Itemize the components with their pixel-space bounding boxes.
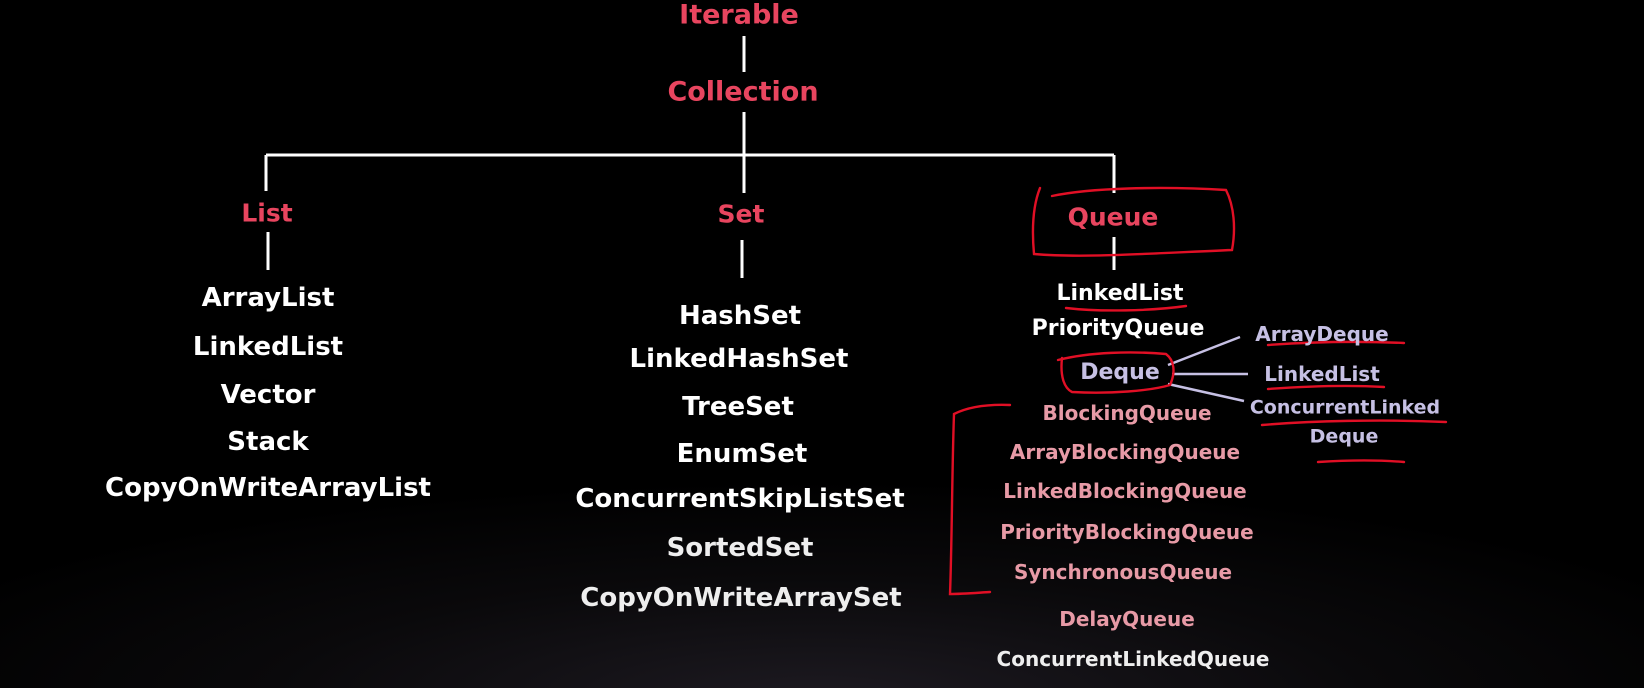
set-item: LinkedHashSet [629, 344, 849, 374]
list-item: Vector [220, 380, 316, 410]
set-item: TreeSet [682, 392, 794, 422]
blocking-item: ArrayBlockingQueue [1009, 440, 1241, 464]
list-item: ArrayList [201, 283, 335, 313]
deque-to-arraydeque-line [1167, 335, 1241, 367]
deque-node: Deque [1080, 360, 1160, 385]
list-item: CopyOnWriteArrayList [105, 473, 431, 503]
deque-sub-underline-annotation [1316, 459, 1406, 464]
blocking-item: PriorityBlockingQueue [1000, 520, 1254, 544]
blocking-item: SynchronousQueue [1013, 560, 1233, 584]
set-item: CopyOnWriteArraySet [580, 583, 902, 613]
list-item: LinkedList [192, 332, 344, 362]
deque-item: ConcurrentLinked [1249, 396, 1441, 419]
concurrentlinked-underline-annotation [1260, 419, 1448, 427]
queue-node: Queue [1067, 202, 1159, 232]
set-item: ConcurrentSkipListSet [575, 484, 905, 514]
set-item: SortedSet [666, 533, 814, 563]
queue-item: LinkedList [1056, 281, 1184, 306]
deque-item: Deque [1309, 425, 1379, 448]
linkedlist-deque-underline-annotation [1266, 384, 1386, 391]
set-node: Set [717, 199, 765, 229]
deque-to-concurrent-line [1167, 382, 1245, 403]
collection-hierarchy-diagram: Iterable Collection List ArrayList Linke… [0, 0, 1644, 688]
queue-other-item: ConcurrentLinkedQueue [996, 647, 1270, 671]
blocking-item: LinkedBlockingQueue [1003, 479, 1247, 503]
blocking-item: BlockingQueue [1042, 401, 1212, 425]
queue-item: PriorityQueue [1031, 316, 1205, 341]
collection-node: Collection [667, 76, 819, 108]
list-item: Stack [227, 427, 309, 457]
deque-item: LinkedList [1264, 362, 1380, 386]
deque-item: ArrayDeque [1255, 322, 1389, 346]
blocking-bracket-annotation [948, 403, 1012, 596]
linkedlist-underline-annotation [1064, 304, 1188, 312]
set-item: EnumSet [676, 439, 808, 469]
iterable-node: Iterable [679, 0, 799, 31]
list-node: List [241, 198, 293, 228]
queue-other-item: DelayQueue [1059, 607, 1195, 631]
set-item: HashSet [678, 301, 802, 331]
